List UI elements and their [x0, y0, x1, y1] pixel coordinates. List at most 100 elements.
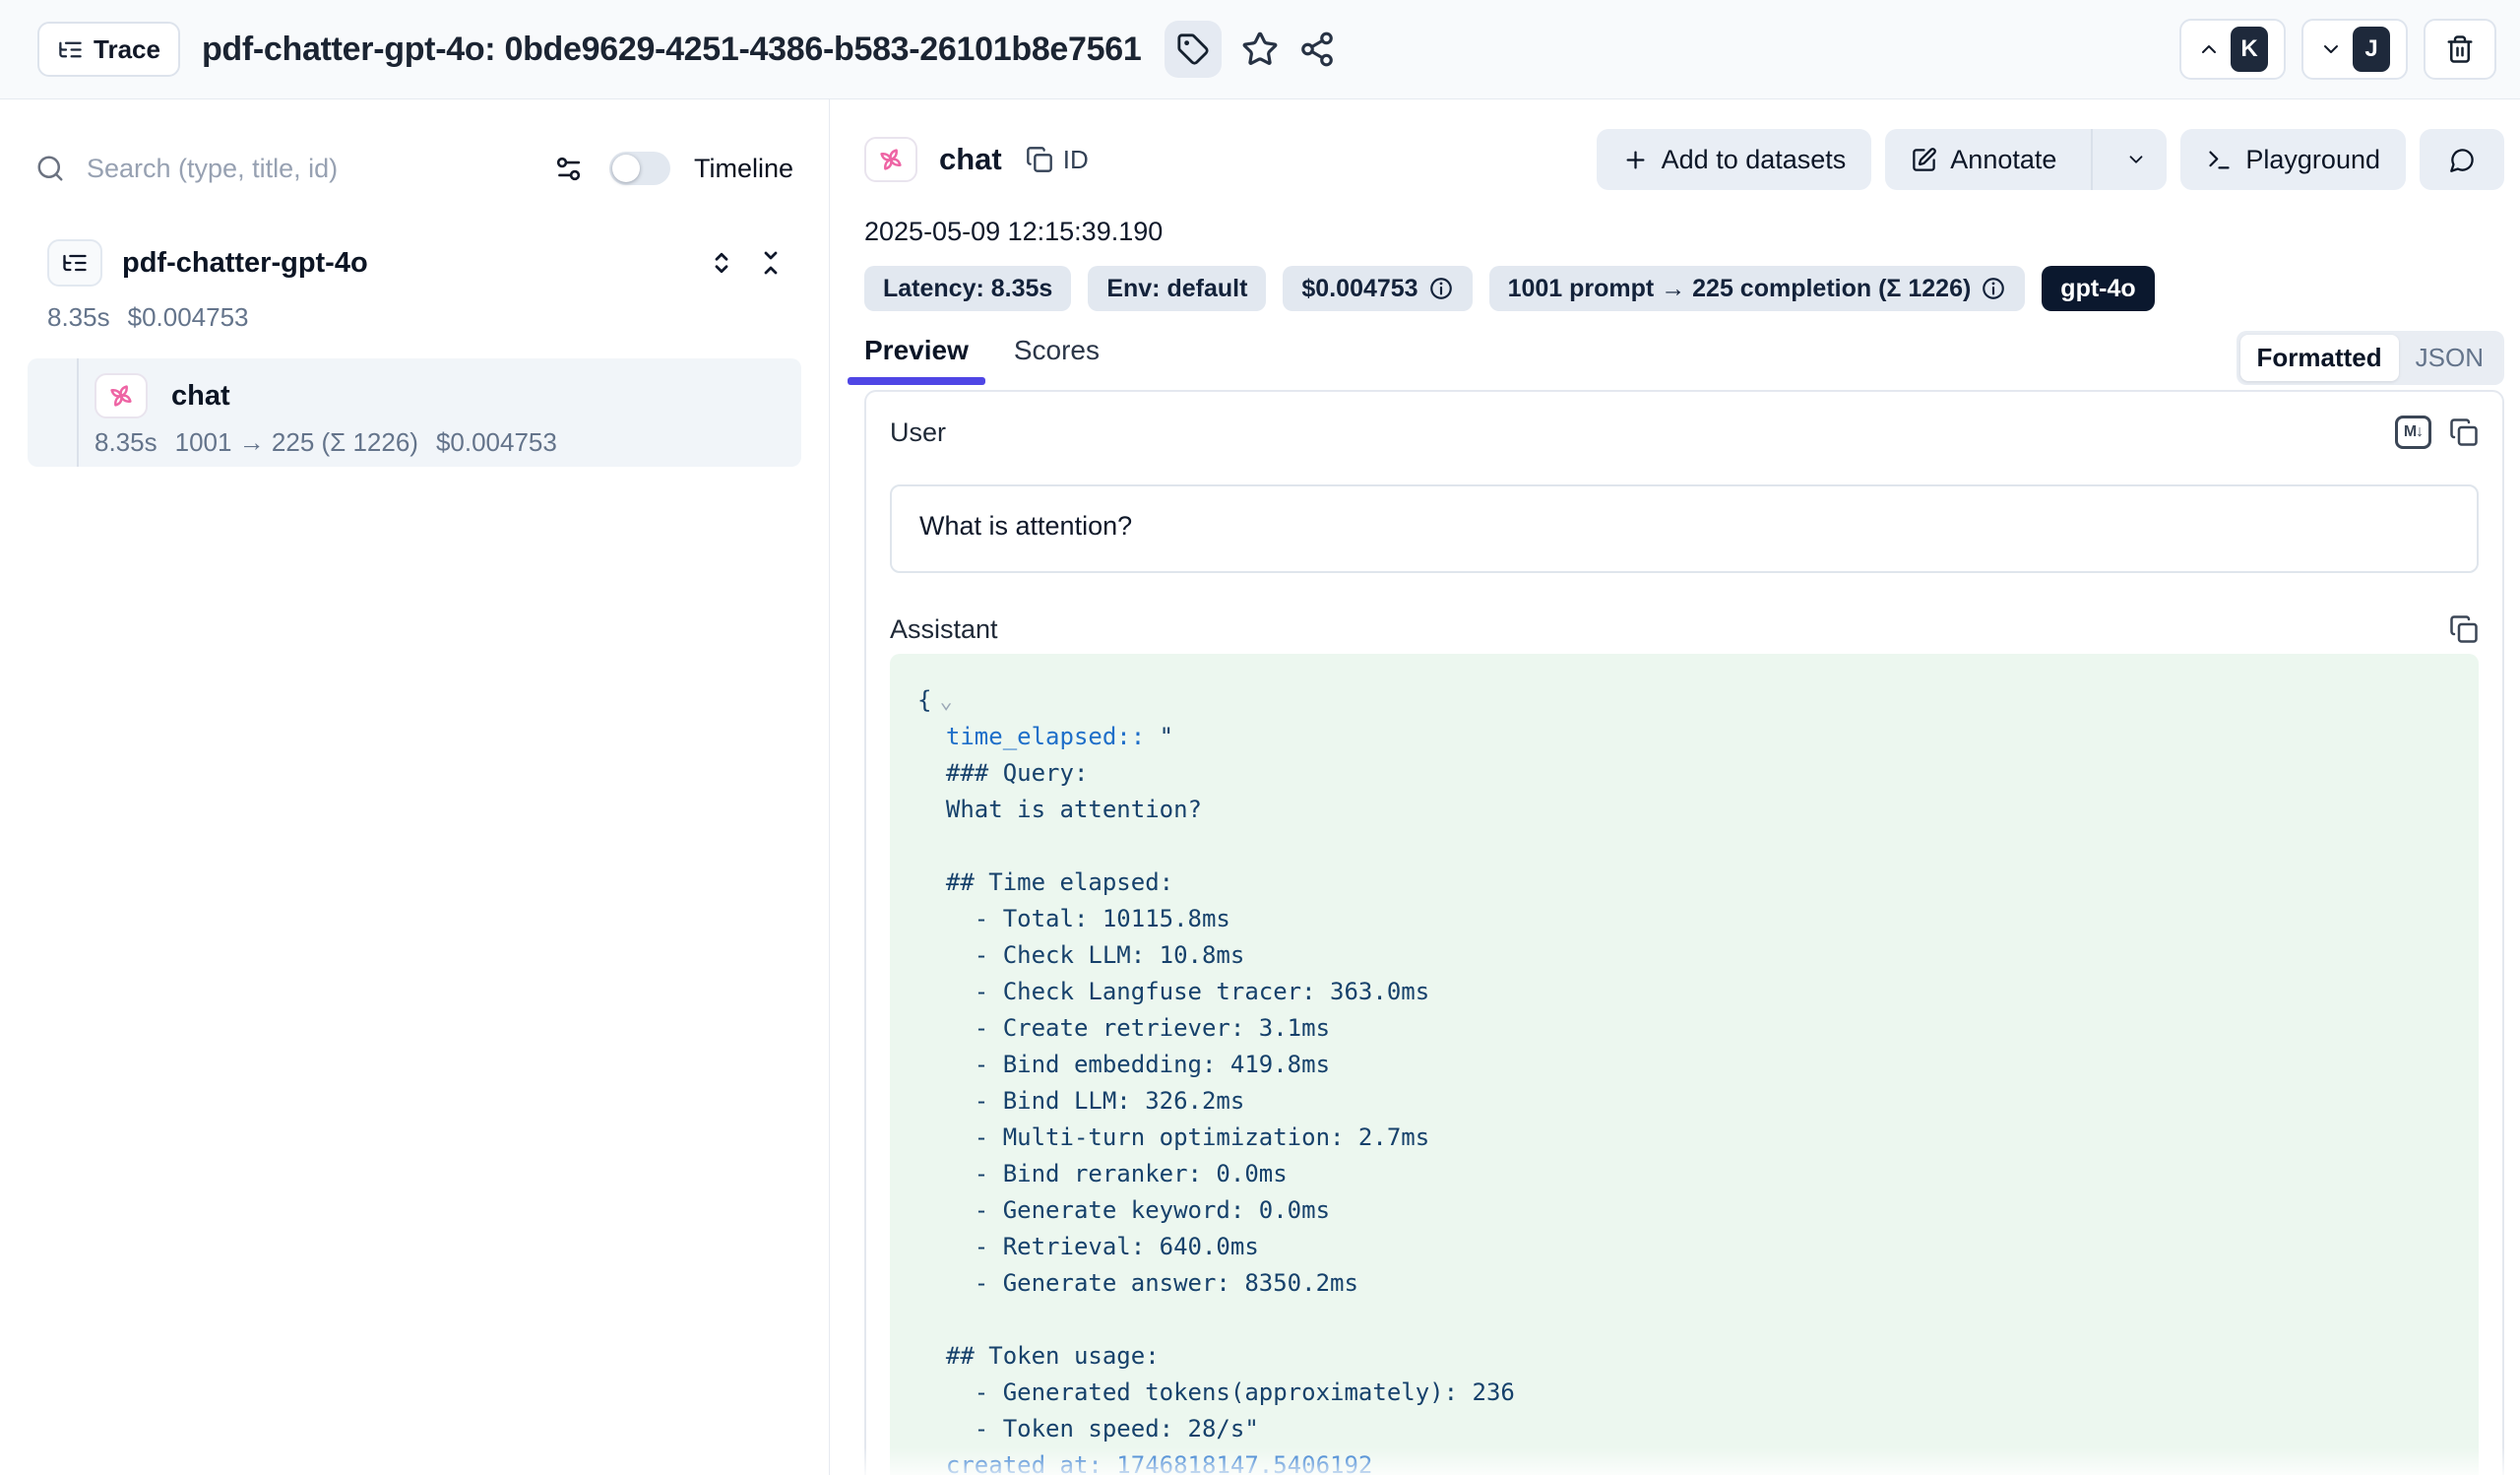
tag-icon: [1176, 32, 1210, 66]
plus-icon: [1622, 147, 1649, 173]
user-section-title: User: [890, 417, 946, 448]
markdown-toggle-icon[interactable]: M↓: [2395, 416, 2431, 449]
fold-vertical-icon[interactable]: [756, 248, 786, 278]
metric-badge: $0.004753: [1283, 266, 1472, 311]
trace-node-badge: [47, 239, 102, 287]
annotate-main[interactable]: Annotate: [1885, 129, 2078, 190]
format-option-formatted[interactable]: Formatted: [2240, 335, 2399, 381]
tab-preview[interactable]: Preview: [864, 335, 969, 385]
top-bar-actions: K J: [2179, 19, 2496, 80]
timeline-label: Timeline: [694, 154, 793, 184]
generation-node-badge: [94, 373, 148, 418]
chevron-up-icon: [2197, 37, 2221, 61]
list-tree-icon: [57, 36, 84, 63]
detail-tabs: Preview Scores Formatted JSON: [864, 331, 2504, 385]
code-line: - Token speed: 28/s": [917, 1411, 2451, 1447]
active-tab-indicator: [848, 377, 985, 385]
unfold-vertical-icon[interactable]: [707, 248, 736, 278]
toggle-knob: [612, 155, 640, 182]
tree-root-trace[interactable]: pdf-chatter-gpt-4o: [47, 239, 786, 287]
code-line: - Generated tokens(approximately): 236: [917, 1375, 2451, 1411]
annotate-button[interactable]: Annotate: [1885, 129, 2167, 190]
tree-search-input[interactable]: [87, 154, 543, 184]
user-message-content: What is attention?: [890, 484, 2479, 573]
code-line: time_elapsed:: ": [917, 719, 2451, 755]
code-line: - Multi-turn optimization: 2.7ms: [917, 1120, 2451, 1156]
trace-root-metrics: 8.35s $0.004753: [47, 302, 782, 333]
code-line: - Bind embedding: 419.8ms: [917, 1047, 2451, 1083]
code-line: - Bind LLM: 326.2ms: [917, 1083, 2451, 1120]
terminal-icon: [2206, 147, 2233, 173]
user-section-icons: M↓: [2395, 416, 2479, 449]
code-line: What is attention?: [917, 792, 2451, 828]
tree-item-name: chat: [171, 380, 230, 413]
copy-id-button[interactable]: ID: [1026, 145, 1089, 175]
generation-badge: [864, 137, 917, 182]
trace-root-name: pdf-chatter-gpt-4o: [122, 247, 368, 280]
format-segmented-control: Formatted JSON: [2236, 331, 2504, 385]
trace-latency: 8.35s: [47, 302, 110, 333]
page-title: pdf-chatter-gpt-4o: 0bde9629-4251-4386-b…: [202, 31, 1142, 69]
tree-expand-actions: [707, 248, 786, 278]
code-line: - Generate answer: 8350.2ms: [917, 1265, 2451, 1302]
info-icon[interactable]: [1981, 276, 2006, 301]
star-icon: [1241, 31, 1279, 68]
assistant-json-output: {⌄ time_elapsed:: " ### Query: What is a…: [890, 654, 2479, 1475]
code-line: - Retrieval: 640.0ms: [917, 1229, 2451, 1265]
copy-user-content-button[interactable]: [2449, 417, 2479, 447]
observation-detail: chat ID Add to datasets Annotate: [830, 99, 2520, 1475]
playground-button[interactable]: Playground: [2180, 129, 2406, 190]
tree-indent-guide: [77, 358, 79, 467]
metric-badge: Env: default: [1088, 266, 1266, 311]
code-line: [917, 828, 2451, 865]
item-tokens: 1001 → 225 (Σ 1226): [175, 427, 418, 458]
code-line: - Generate keyword: 0.0ms: [917, 1192, 2451, 1229]
info-icon[interactable]: [1428, 276, 1454, 301]
id-label: ID: [1063, 145, 1089, 175]
tags-button[interactable]: [1165, 21, 1222, 78]
tree-item-chat-selected[interactable]: chat 8.35s 1001 → 225 (Σ 1226) $0.004753: [28, 358, 801, 467]
badge-label: 1001 prompt → 225 completion (Σ 1226): [1508, 275, 1972, 303]
prev-trace-button[interactable]: K: [2179, 19, 2286, 80]
model-badge: gpt-4o: [2042, 266, 2154, 311]
code-line: {⌄: [917, 682, 2451, 719]
chevron-down-icon: [2125, 149, 2147, 170]
code-line: created_at: 1746818147.5406192: [917, 1447, 2451, 1475]
metric-badge: Latency: 8.35s: [864, 266, 1071, 311]
assistant-section-icons: [2449, 614, 2479, 644]
observation-title: chat: [939, 142, 1002, 177]
copy-assistant-content-button[interactable]: [2449, 614, 2479, 644]
comments-button[interactable]: [2420, 129, 2504, 190]
code-line: - Check LLM: 10.8ms: [917, 937, 2451, 974]
trace-cost: $0.004753: [128, 302, 249, 333]
observation-actions: Add to datasets Annotate: [1597, 129, 2504, 190]
preview-panel: User M↓ What is attention? Assistant: [864, 390, 2504, 1475]
button-divider: [2091, 129, 2093, 190]
bookmark-star-button[interactable]: [1241, 31, 1279, 68]
add-to-datasets-button[interactable]: Add to datasets: [1597, 129, 1872, 190]
badge-label: Latency: 8.35s: [883, 275, 1052, 303]
tree-item-row: chat: [94, 373, 801, 418]
annotate-dropdown[interactable]: [2106, 129, 2167, 190]
view-settings-button[interactable]: [553, 154, 584, 184]
delete-trace-button[interactable]: [2424, 19, 2496, 80]
code-line: - Bind reranker: 0.0ms: [917, 1156, 2451, 1192]
chevron-down-icon: [2319, 37, 2343, 61]
tab-scores[interactable]: Scores: [1014, 335, 1100, 385]
copy-icon: [2449, 417, 2479, 447]
trace-tree-sidebar: Timeline pdf-chatter-gpt-4o 8.35s $0.004…: [0, 99, 830, 1475]
share-button[interactable]: [1298, 31, 1336, 68]
assistant-section-header: Assistant: [890, 612, 2479, 646]
item-latency: 8.35s: [94, 427, 158, 458]
code-line: ### Query:: [917, 755, 2451, 792]
next-trace-button[interactable]: J: [2301, 19, 2408, 80]
edit-pen-icon: [1911, 147, 1937, 173]
timeline-toggle[interactable]: [609, 152, 670, 185]
badge-label: gpt-4o: [2060, 275, 2135, 303]
top-bar: Trace pdf-chatter-gpt-4o: 0bde9629-4251-…: [0, 0, 2520, 99]
badge-label: Env: default: [1106, 275, 1247, 303]
format-option-json[interactable]: JSON: [2399, 335, 2500, 381]
search-icon: [35, 154, 65, 183]
collapse-chevron-icon[interactable]: ⌄: [939, 689, 952, 714]
code-line: - Create retriever: 3.1ms: [917, 1010, 2451, 1047]
